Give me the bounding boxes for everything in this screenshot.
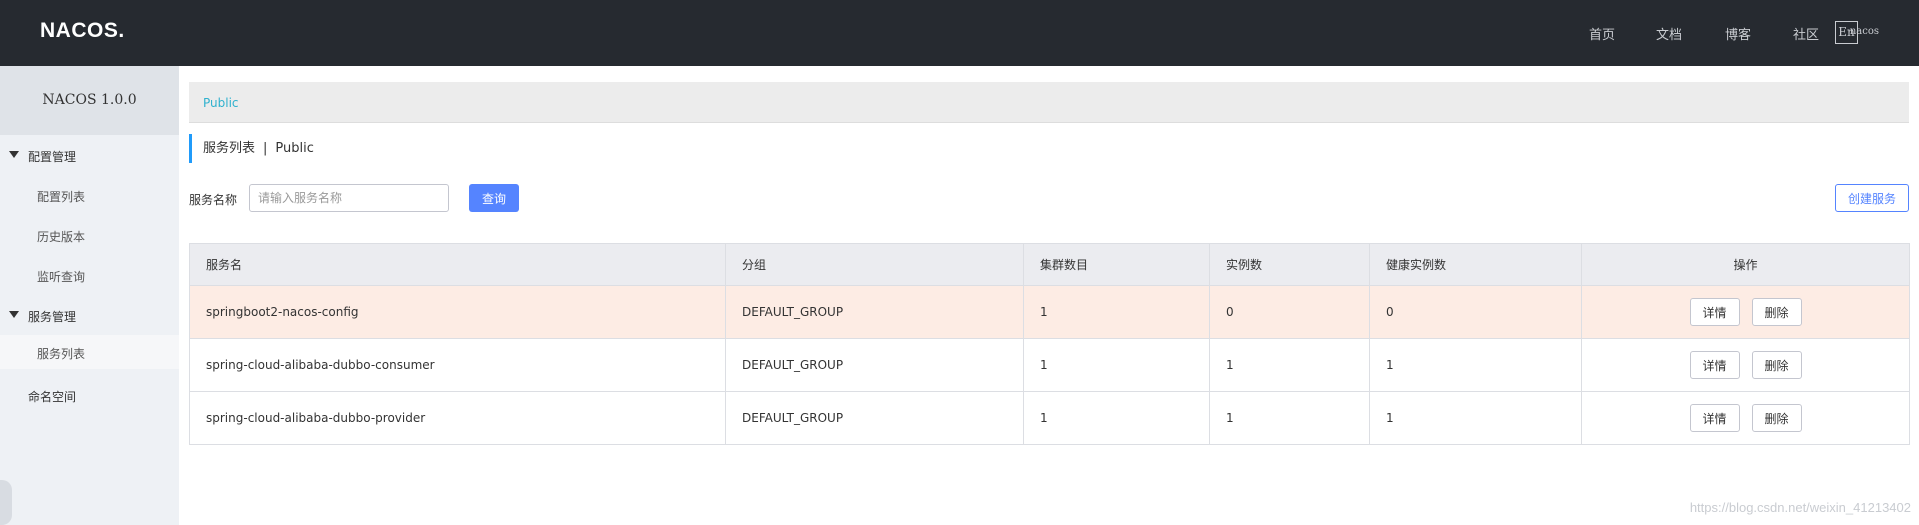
namespace-bar: Public [189,82,1909,123]
cell-instance-count: 1 [1209,391,1370,445]
create-service-button[interactable]: 创建服务 [1835,184,1909,212]
service-name-label: 服务名称 [189,193,238,207]
top-header: NACOS. 首页 文档 博客 社区 En nacos [0,0,1919,66]
cell-instance-count: 0 [1209,285,1370,339]
nacos-logo[interactable]: NACOS. [40,19,125,43]
sidebar-group-service[interactable]: 服务管理 [0,300,179,330]
caret-down-icon [9,151,19,158]
nav-docs[interactable]: 文档 [1656,24,1682,43]
table-row[interactable]: springboot2-nacos-config DEFAULT_GROUP 1… [189,285,1910,339]
cell-service-name: springboot2-nacos-config [189,285,726,339]
sidebar-collapse-handle[interactable] [0,480,12,525]
col-instance-count: 实例数 [1209,243,1370,286]
col-operations: 操作 [1581,243,1910,286]
cell-healthy-count: 1 [1369,338,1582,392]
col-service-name: 服务名 [189,243,726,286]
cell-instance-count: 1 [1209,338,1370,392]
sidebar-item-service-list[interactable]: 服务列表 [0,335,179,369]
col-healthy-instance-count: 健康实例数 [1369,243,1582,286]
namespace-public-link[interactable]: Public [203,96,239,110]
nav-home[interactable]: 首页 [1589,24,1615,43]
cell-operations: 详情 删除 [1581,338,1910,392]
cell-cluster-count: 1 [1023,391,1210,445]
cell-group: DEFAULT_GROUP [725,285,1024,339]
cell-healthy-count: 1 [1369,391,1582,445]
col-cluster-count: 集群数目 [1023,243,1210,286]
user-menu[interactable]: nacos [1850,26,1879,37]
query-button[interactable]: 查询 [469,184,519,212]
service-table: 服务名 分组 集群数目 实例数 健康实例数 操作 springboot2-nac… [189,243,1910,445]
delete-button[interactable]: 删除 [1751,298,1802,326]
nav-blog[interactable]: 博客 [1725,24,1751,43]
version-label: NACOS 1.0.0 [0,66,179,135]
detail-button[interactable]: 详情 [1689,351,1740,379]
cell-cluster-count: 1 [1023,285,1210,339]
sidebar-item-config-list[interactable]: 配置列表 [0,178,179,212]
cell-cluster-count: 1 [1023,338,1210,392]
table-header-row: 服务名 分组 集群数目 实例数 健康实例数 操作 [189,243,1910,286]
sidebar-item-listener-query[interactable]: 监听查询 [0,258,179,292]
detail-button[interactable]: 详情 [1689,404,1740,432]
sidebar-item-namespace[interactable]: 命名空间 [0,380,179,410]
delete-button[interactable]: 删除 [1751,351,1802,379]
cell-group: DEFAULT_GROUP [725,338,1024,392]
sidebar: NACOS 1.0.0 配置管理 配置列表 历史版本 监听查询 服务管理 服务列… [0,66,179,525]
cell-operations: 详情 删除 [1581,391,1910,445]
page-title: 服务列表 | Public [189,134,314,163]
main-content: Public 服务列表|Public 服务名称 查询 创建服务 服务名 分组 集… [179,66,1919,525]
cell-healthy-count: 0 [1369,285,1582,339]
cell-operations: 详情 删除 [1581,285,1910,339]
table-row[interactable]: spring-cloud-alibaba-dubbo-provider DEFA… [189,391,1910,445]
cell-group: DEFAULT_GROUP [725,391,1024,445]
sidebar-group-config[interactable]: 配置管理 [0,140,179,170]
nav-community[interactable]: 社区 [1793,24,1819,43]
caret-down-icon [9,311,19,318]
sidebar-item-history[interactable]: 历史版本 [0,218,179,252]
delete-button[interactable]: 删除 [1751,404,1802,432]
cell-service-name: spring-cloud-alibaba-dubbo-consumer [189,338,726,392]
col-group: 分组 [725,243,1024,286]
watermark: https://blog.csdn.net/weixin_41213402 [1689,500,1911,515]
detail-button[interactable]: 详情 [1689,298,1740,326]
table-row[interactable]: spring-cloud-alibaba-dubbo-consumer DEFA… [189,338,1910,392]
service-name-input[interactable] [249,184,449,212]
cell-service-name: spring-cloud-alibaba-dubbo-provider [189,391,726,445]
